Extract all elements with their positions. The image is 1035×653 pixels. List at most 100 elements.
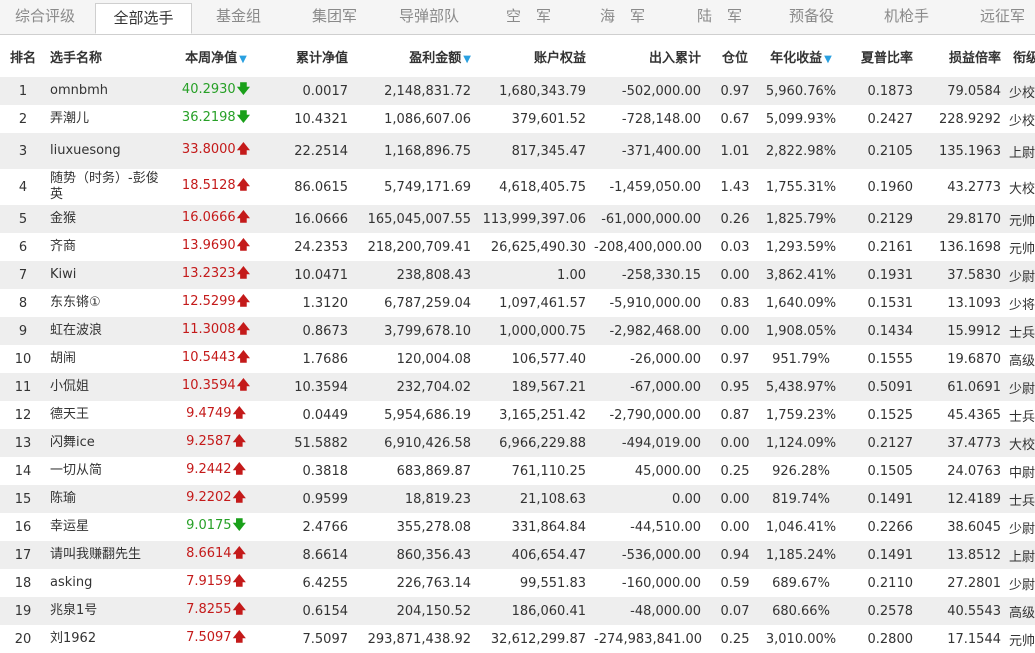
table-row[interactable]: 10 胡闹 10.5443🡅 1.7686 120,004.08 106,577.40 -2…	[0, 345, 1035, 373]
tab-missile-force[interactable]: 导弹部队	[399, 0, 459, 34]
table-row[interactable]: 1 omnbmh 40.2930🡇 0.0017 2,148,831.72 1,680,3…	[0, 77, 1035, 105]
weekly-nav-cell-value: 11.3008	[181, 322, 236, 337]
table-row[interactable]: 11 小侃姐 10.3594🡅 10.3594 232,704.02 189,567.21…	[0, 373, 1035, 401]
profit-cell-value: 204,150.52	[396, 603, 471, 619]
rank-cell-value: 6	[18, 239, 28, 255]
table-row[interactable]: 3 liuxuesong 33.8000🡅 22.2514 1,168,896.75 81…	[0, 133, 1035, 169]
annual-return-cell-value: 1,046.41%	[765, 519, 837, 535]
rank-cell-value: 9	[18, 323, 28, 339]
sharpe-cell: 0.2800	[841, 625, 921, 653]
col-cumulative-nav[interactable]: 累计净值	[266, 35, 356, 77]
arrow-up-icon: 🡅	[236, 322, 251, 337]
weekly-nav-cell: 10.5443🡅	[166, 345, 266, 373]
equity-cell: 113,999,397.06	[479, 205, 594, 233]
table-row[interactable]: 2 弄潮儿 36.2198🡇 10.4321 1,086,607.06 379,601.5…	[0, 105, 1035, 133]
player-name-cell[interactable]: 小侃姐	[46, 373, 166, 401]
sort-desc-icon[interactable]: ▼	[463, 54, 471, 65]
tab-all-players[interactable]: 全部选手	[95, 3, 192, 34]
player-name-cell[interactable]: 齐商	[46, 233, 166, 261]
col-profit[interactable]: 盈利金额 ▼	[356, 35, 479, 77]
rank-cell-value: 1	[18, 83, 28, 99]
col-rank-title[interactable]: 衔级	[1009, 35, 1035, 77]
col-weekly-nav[interactable]: 本周净值 ▼	[166, 35, 266, 77]
table-row[interactable]: 9 虹在波浪 11.3008🡅 0.8673 3,799,678.10 1,000,000…	[0, 317, 1035, 345]
tab-group-army[interactable]: 集团军	[312, 0, 357, 34]
table-row[interactable]: 4 随势（时务）-彭俊英 18.5128🡅 86.0615 5,749,171.69 4,…	[0, 169, 1035, 205]
player-name-cell[interactable]: 兆泉1号	[46, 597, 166, 625]
table-row[interactable]: 8 东东锵① 12.5299🡅 1.3120 6,787,259.04 1,097,461…	[0, 289, 1035, 317]
pl-ratio-cell: 79.0584	[921, 77, 1009, 105]
player-name-cell-value: 一切从简	[50, 463, 103, 478]
player-name-cell[interactable]: 请叫我赚翻先生	[46, 541, 166, 569]
table-row[interactable]: 17 请叫我赚翻先生 8.6614🡅 8.6614 860,356.43 406,654.…	[0, 541, 1035, 569]
player-name-cell[interactable]: 陈瑜	[46, 485, 166, 513]
col-rank[interactable]: 排名	[0, 35, 46, 77]
tab-reserve[interactable]: 预备役	[789, 0, 834, 34]
table-row[interactable]: 12 德天王 9.4749🡅 0.0449 5,954,686.19 3,165,251.…	[0, 401, 1035, 429]
table-row[interactable]: 7 Kiwi 13.2323🡅 10.0471 238,808.43 1.00 -258,3…	[0, 261, 1035, 289]
inout-cell: -371,400.00	[594, 133, 709, 169]
annual-return-cell-value: 1,755.31%	[765, 179, 837, 195]
sharpe-cell: 0.1931	[841, 261, 921, 289]
sort-desc-icon[interactable]: ▼	[824, 54, 832, 65]
player-name-cell-value: 陈瑜	[50, 491, 77, 506]
table-row[interactable]: 18 asking 7.9159🡅 6.4255 226,763.14 99,551.83…	[0, 569, 1035, 597]
player-name-cell[interactable]: 虹在波浪	[46, 317, 166, 345]
sort-desc-icon[interactable]: ▼	[239, 54, 247, 65]
player-name-cell[interactable]: 一切从简	[46, 457, 166, 485]
table-row[interactable]: 6 齐商 13.9690🡅 24.2353 218,200,709.41 26,625,4…	[0, 233, 1035, 261]
player-name-cell[interactable]: 弄潮儿	[46, 105, 166, 133]
tab-overall-rating[interactable]: 综合评级	[15, 0, 75, 34]
profit-cell-value: 238,808.43	[396, 267, 471, 283]
equity-cell: 3,165,251.42	[479, 401, 594, 429]
position-cell: 0.83	[709, 289, 761, 317]
col-pl-ratio[interactable]: 损益倍率	[921, 35, 1009, 77]
tab-air-force[interactable]: 空 军	[506, 0, 551, 34]
col-position[interactable]: 仓位	[709, 35, 761, 77]
sharpe-cell: 0.1491	[841, 541, 921, 569]
player-name-cell[interactable]: 东东锵①	[46, 289, 166, 317]
position-cell-value: 0.95	[720, 379, 750, 395]
table-row[interactable]: 19 兆泉1号 7.8255🡅 0.6154 204,150.52 186,060.41 -…	[0, 597, 1035, 625]
table-row[interactable]: 16 幸运星 9.0175🡇 2.4766 355,278.08 331,864.84 -4…	[0, 513, 1035, 541]
rank-title-cell-value: 少尉	[1009, 381, 1035, 397]
equity-cell-value: 32,612,299.87	[490, 631, 586, 647]
col-sharpe[interactable]: 夏普比率	[841, 35, 921, 77]
table-row[interactable]: 5 金猴 16.0666🡅 16.0666 165,045,007.55 113,999,…	[0, 205, 1035, 233]
inout-cell-value: -494,019.00	[621, 435, 701, 451]
position-cell: 1.43	[709, 169, 761, 205]
player-name-cell[interactable]: 刘1962	[46, 625, 166, 653]
tab-machine-gunner[interactable]: 机枪手	[884, 0, 929, 34]
tab-navy[interactable]: 海 军	[600, 0, 645, 34]
profit-cell-value: 355,278.08	[396, 519, 471, 535]
player-name-cell[interactable]: Kiwi	[46, 261, 166, 289]
player-name-cell[interactable]: omnbmh	[46, 77, 166, 105]
pl-ratio-cell-value: 27.2801	[947, 575, 1001, 591]
rank-cell-value: 14	[14, 463, 32, 479]
rank-title-cell-value: 上尉	[1009, 549, 1035, 565]
player-name-cell[interactable]: 德天王	[46, 401, 166, 429]
table-row[interactable]: 20 刘1962 7.5097🡅 7.5097 293,871,438.92 32,612…	[0, 625, 1035, 653]
annual-return-cell: 3,862.41%	[761, 261, 841, 289]
player-name-cell[interactable]: liuxuesong	[46, 133, 166, 169]
ranking-table: 排名 选手名称 本周净值 ▼ 累计净值 盈利金额 ▼ 账户权益 出入累计 仓位 年化…	[0, 35, 1035, 653]
player-name-cell[interactable]: 闪舞ice	[46, 429, 166, 457]
inout-cell: -44,510.00	[594, 513, 709, 541]
table-row[interactable]: 15 陈瑜 9.2202🡅 0.9599 18,819.23 21,108.63 0.00 0…	[0, 485, 1035, 513]
rank-cell: 20	[0, 625, 46, 653]
tab-fund-group[interactable]: 基金组	[216, 0, 261, 34]
player-name-cell[interactable]: 金猴	[46, 205, 166, 233]
table-row[interactable]: 13 闪舞ice 9.2587🡅 51.5882 6,910,426.58 6,966,2…	[0, 429, 1035, 457]
col-inout-total[interactable]: 出入累计	[594, 35, 709, 77]
player-name-cell[interactable]: 随势（时务）-彭俊英	[46, 169, 166, 205]
col-equity[interactable]: 账户权益	[479, 35, 594, 77]
pl-ratio-cell-value: 43.2773	[947, 179, 1001, 195]
table-row[interactable]: 14 一切从简 9.2442🡅 0.3818 683,869.87 761,110.25 4…	[0, 457, 1035, 485]
player-name-cell[interactable]: 胡闹	[46, 345, 166, 373]
tab-army[interactable]: 陆 军	[697, 0, 742, 34]
col-player-name[interactable]: 选手名称	[46, 35, 166, 77]
tab-expedition-army[interactable]: 远征军	[980, 0, 1025, 34]
col-annual-return[interactable]: 年化收益 ▼	[761, 35, 841, 77]
player-name-cell[interactable]: 幸运星	[46, 513, 166, 541]
player-name-cell[interactable]: asking	[46, 569, 166, 597]
